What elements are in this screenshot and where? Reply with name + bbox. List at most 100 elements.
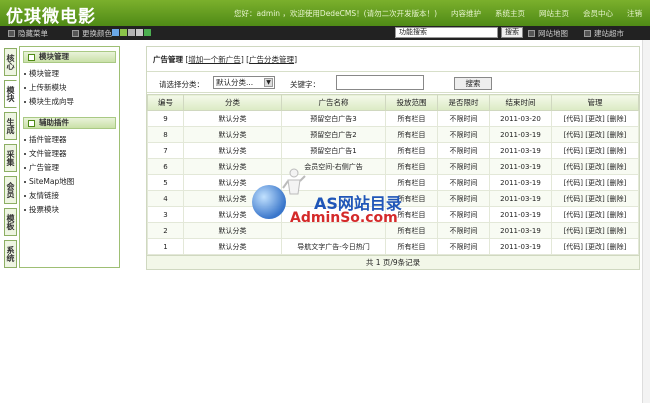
header-link-site[interactable]: 网站主页 — [539, 8, 569, 19]
table-cell: 2011-03-19 — [489, 142, 552, 159]
function-search-input[interactable]: 功能搜索 — [395, 27, 498, 38]
col-id: 编号 — [147, 94, 184, 111]
sidebar-item-upload-module[interactable]: 上传新模块 — [20, 81, 119, 95]
pager: 共 1 页/9条记录 — [147, 255, 639, 269]
table-cell: 不限时间 — [437, 158, 490, 175]
col-name: 广告名称 — [281, 94, 386, 111]
main-panel: 广告管理 [增加一个新广告] [广告分类管理] 请选择分类： 默认分类... ▼ … — [146, 46, 640, 270]
shortcut-link[interactable]: 建站超市 — [584, 28, 624, 39]
category-label: 请选择分类： — [159, 80, 204, 89]
table-cell: 9 — [147, 110, 184, 127]
row-actions[interactable]: [代码] [更改] [删除] — [551, 174, 639, 191]
tab-member[interactable]: 会员 — [4, 176, 17, 204]
row-actions[interactable]: [代码] [更改] [删除] — [551, 126, 639, 143]
sidebar-item-file-manager[interactable]: 文件管理器 — [20, 147, 119, 161]
sidebar-item-plugin-manager[interactable]: 插件管理器 — [20, 133, 119, 147]
filter-bar: 请选择分类： 默认分类... ▼ 关键字： 搜索 — [147, 71, 639, 93]
sidebar-item-module-wizard[interactable]: 模块生成向导 — [20, 95, 119, 109]
row-actions[interactable]: [代码] [更改] [删除] — [551, 190, 639, 207]
table-cell: 不限时间 — [437, 142, 490, 159]
table-cell: 默认分类 — [183, 110, 282, 127]
table-cell: 不限时间 — [437, 238, 490, 255]
palette-icon — [72, 30, 79, 37]
change-color-label: 更换颜色 — [82, 29, 112, 38]
keyword-input[interactable] — [336, 75, 424, 90]
sidebar-item-module-manage[interactable]: 模块管理 — [20, 67, 119, 81]
table-cell: 2011-03-19 — [489, 238, 552, 255]
table-cell: 默认分类 — [183, 126, 282, 143]
table-row: 9 默认分类 预留空白广告3 所有栏目 不限时间 2011-03-20 [代码] [更改] … — [147, 110, 639, 127]
site-logo: 优琪微电影 — [6, 7, 96, 27]
row-actions[interactable]: [代码] [更改] [删除] — [551, 238, 639, 255]
table-cell: 不限时间 — [437, 174, 490, 191]
header-link-content[interactable]: 内容维护 — [451, 8, 481, 19]
color-swatch[interactable] — [144, 29, 151, 36]
tab-module[interactable]: 模块 — [4, 80, 17, 108]
sidebar-item-friend-links[interactable]: 友情链接 — [20, 189, 119, 203]
watermark-subtitle: AdminSo.com — [290, 210, 398, 226]
tab-template[interactable]: 模板 — [4, 208, 17, 236]
map-icon — [528, 30, 535, 37]
shortcut-label: 建站超市 — [594, 29, 624, 38]
table-cell: 所有栏目 — [385, 110, 438, 127]
table-cell: 2011-03-19 — [489, 126, 552, 143]
color-swatch[interactable] — [120, 29, 127, 36]
category-value: 默认分类... — [216, 78, 254, 87]
page-title: 广告管理 — [153, 55, 183, 64]
header-link-system[interactable]: 系统主页 — [495, 8, 525, 19]
col-manage: 管理 — [551, 94, 639, 111]
table-cell: 所有栏目 — [385, 238, 438, 255]
ad-category-link[interactable]: 广告分类管理 — [249, 55, 294, 64]
table-cell: 6 — [147, 158, 184, 175]
function-search-button[interactable]: 搜索 — [501, 27, 523, 38]
table-cell: 默认分类 — [183, 142, 282, 159]
store-icon — [584, 30, 591, 37]
row-actions[interactable]: [代码] [更改] [删除] — [551, 222, 639, 239]
row-actions[interactable]: [代码] [更改] [删除] — [551, 142, 639, 159]
col-category: 分类 — [183, 94, 282, 111]
sidebar-item-vote[interactable]: 投票模块 — [20, 203, 119, 217]
filter-search-button[interactable]: 搜索 — [454, 77, 492, 90]
color-swatch[interactable] — [136, 29, 143, 36]
sidebar-group-plugins[interactable]: 辅助插件 — [23, 117, 116, 129]
tab-system[interactable]: 系统 — [4, 240, 17, 268]
change-color-button[interactable]: 更换颜色 — [72, 28, 112, 39]
table-cell: 7 — [147, 142, 184, 159]
category-select[interactable]: 默认分类... ▼ — [213, 76, 275, 89]
sidebar-item-ad-manage[interactable]: 广告管理 — [20, 161, 119, 175]
scrollbar[interactable] — [642, 40, 650, 403]
welcome-text: 您好：admin ，欢迎使用DedeCMS！(请勿二次开发版本！) — [234, 9, 437, 18]
table-row: 1 默认分类 导航文字广告-今日热门 所有栏目 不限时间 2011-03-19 [代码] [… — [147, 238, 639, 255]
hide-menu-button[interactable]: 隐藏菜单 — [8, 28, 48, 39]
row-actions[interactable]: [代码] [更改] [删除] — [551, 110, 639, 127]
col-scope: 投放范围 — [385, 94, 438, 111]
add-ad-link[interactable]: 增加一个新广告 — [188, 55, 241, 64]
sidebar-group-module[interactable]: 模块管理 — [23, 51, 116, 63]
table-cell: 1 — [147, 238, 184, 255]
table-cell: 预留空白广告3 — [281, 110, 386, 127]
table-row: 7 默认分类 预留空白广告1 所有栏目 不限时间 2011-03-19 [代码] [更改] … — [147, 142, 639, 159]
ad-table: 编号 分类 广告名称 投放范围 是否限时 结束时间 管理 9 默认分类 预留空白广告… — [147, 94, 639, 255]
color-swatch[interactable] — [128, 29, 135, 36]
tab-collect[interactable]: 采集 — [4, 144, 17, 172]
tab-core[interactable]: 核心 — [4, 48, 17, 76]
left-tabs: 核心 模块 生成 采集 会员 模板 系统 — [4, 48, 19, 272]
header-link-member[interactable]: 会员中心 — [583, 8, 613, 19]
table-cell: 所有栏目 — [385, 174, 438, 191]
sidebar-item-sitemap[interactable]: SiteMap地图 — [20, 175, 119, 189]
table-cell: 不限时间 — [437, 206, 490, 223]
table-cell: 不限时间 — [437, 190, 490, 207]
row-actions[interactable]: [代码] [更改] [删除] — [551, 158, 639, 175]
toolbar: 隐藏菜单 更换颜色 网站地图 建站超市 — [0, 26, 650, 40]
tab-generate[interactable]: 生成 — [4, 112, 17, 140]
table-row: 5 默认分类 所有栏目 不限时间 2011-03-19 [代码] [更改] [删除] — [147, 174, 639, 191]
globe-icon — [252, 185, 286, 219]
table-cell: 5 — [147, 174, 184, 191]
header-link-logout[interactable]: 注销 — [627, 8, 642, 19]
row-actions[interactable]: [代码] [更改] [删除] — [551, 206, 639, 223]
table-cell: 预留空白广告2 — [281, 126, 386, 143]
color-swatch[interactable] — [112, 29, 119, 36]
sitemap-label: 网站地图 — [538, 29, 568, 38]
table-row: 8 默认分类 预留空白广告2 所有栏目 不限时间 2011-03-19 [代码] [更改] … — [147, 126, 639, 143]
sitemap-link[interactable]: 网站地图 — [528, 28, 568, 39]
